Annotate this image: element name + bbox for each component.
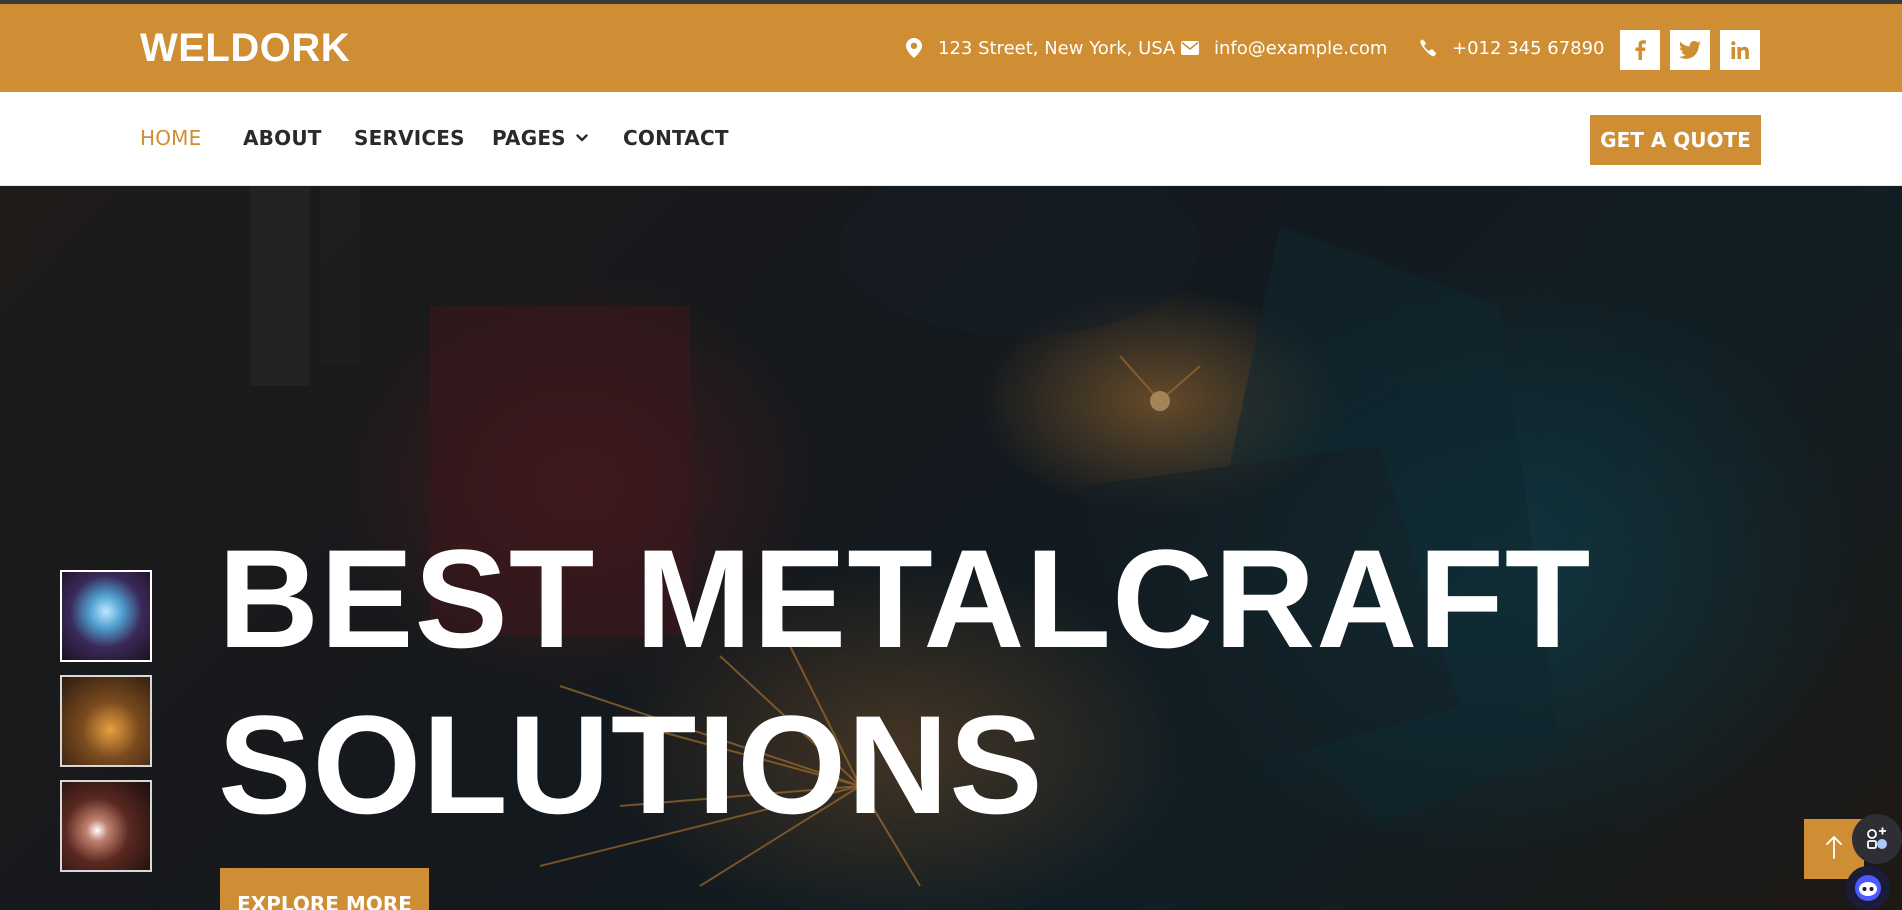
metal-cutting-thumb[interactable] — [60, 780, 152, 872]
nav-home[interactable]: HOME — [140, 126, 201, 150]
top-bar: WELDORK 123 Street, New York, USA info@e… — [0, 4, 1902, 92]
welding-sparks-thumb[interactable] — [60, 570, 152, 662]
nav-about[interactable]: ABOUT — [243, 126, 322, 150]
address-info: 123 Street, New York, USA — [904, 32, 1175, 64]
phone-text[interactable]: +012 345 67890 — [1452, 38, 1605, 59]
brand-logo[interactable]: WELDORK — [140, 26, 350, 70]
hero-title-line-2: SOLUTIONS — [218, 686, 1044, 843]
chevron-down-icon — [576, 132, 588, 144]
nav-contact[interactable]: CONTACT — [623, 126, 729, 150]
hero-carousel: BEST METALCRAFT SOLUTIONS EXPLORE MORE — [0, 186, 1902, 910]
linkedin-icon[interactable] — [1720, 30, 1760, 70]
envelope-icon — [1180, 38, 1200, 58]
phone-icon — [1418, 38, 1438, 58]
extension-widget-icon[interactable] — [1852, 814, 1902, 864]
assistant-bot-icon[interactable] — [1846, 866, 1890, 910]
address-text: 123 Street, New York, USA — [938, 37, 1176, 59]
phone-info: +012 345 67890 — [1418, 32, 1605, 64]
main-navbar: HOME ABOUT SERVICES PAGES CONTACT GET A … — [0, 92, 1902, 186]
hero-title-line-1: BEST METALCRAFT — [218, 520, 1592, 677]
get-quote-button[interactable]: GET A QUOTE — [1590, 115, 1761, 165]
hero-title: BEST METALCRAFT SOLUTIONS — [218, 516, 1618, 848]
twitter-icon[interactable] — [1670, 30, 1710, 70]
grinding-thumb[interactable] — [60, 675, 152, 767]
explore-more-button[interactable]: EXPLORE MORE — [220, 868, 429, 910]
facebook-icon[interactable] — [1620, 30, 1660, 70]
email-info: info@example.com — [1180, 32, 1387, 64]
email-text[interactable]: info@example.com — [1214, 38, 1387, 59]
nav-pages[interactable]: PAGES — [492, 126, 588, 150]
nav-pages-label: PAGES — [492, 126, 566, 150]
nav-services[interactable]: SERVICES — [354, 126, 465, 150]
map-marker-icon — [904, 38, 924, 58]
arrow-up-icon — [1825, 835, 1843, 864]
